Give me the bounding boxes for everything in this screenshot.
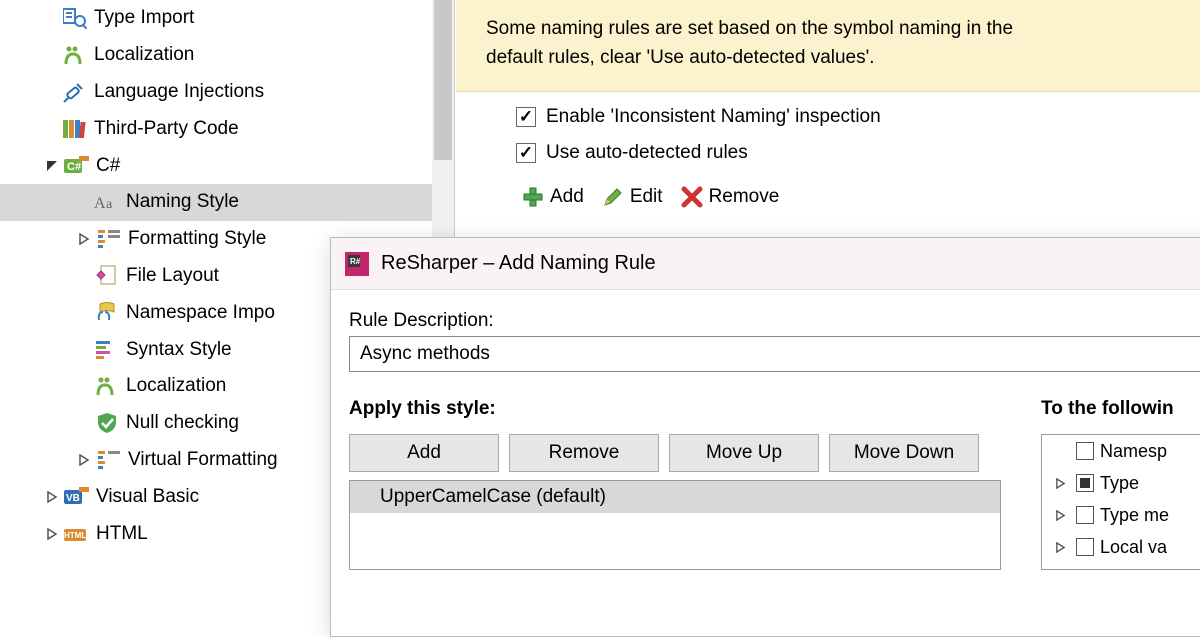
- dialog-title: ReSharper – Add Naming Rule: [381, 252, 656, 275]
- svg-text:a: a: [106, 197, 113, 212]
- svg-text:R#: R#: [350, 257, 361, 266]
- rules-toolbar: Add Edit Remove: [456, 186, 1200, 208]
- tree-label: Formatting Style: [128, 228, 266, 250]
- kind-row-local-var[interactable]: Local va: [1042, 531, 1200, 563]
- syntax-style-icon: [94, 337, 120, 363]
- rule-description-input[interactable]: [349, 336, 1200, 372]
- tree-label: Null checking: [126, 412, 239, 434]
- style-list[interactable]: UpperCamelCase (default): [349, 480, 1001, 570]
- kind-label: Local va: [1100, 537, 1167, 558]
- style-add-button[interactable]: Add: [349, 434, 499, 472]
- tree-label: Localization: [94, 44, 194, 66]
- pencil-icon: [602, 186, 624, 208]
- x-icon: [681, 186, 703, 208]
- expand-icon[interactable]: [1052, 473, 1068, 493]
- entity-kind-list[interactable]: Namesp Type Type me: [1041, 434, 1200, 570]
- formatting-icon: [96, 226, 122, 252]
- localization-icon: [94, 373, 120, 399]
- expand-icon[interactable]: [74, 450, 94, 470]
- localization-icon: [62, 42, 88, 68]
- namespace-icon: [94, 300, 120, 326]
- tree-item-type-import[interactable]: Type Import: [0, 0, 454, 37]
- resharper-icon: R#: [345, 252, 369, 276]
- collapse-icon[interactable]: [42, 156, 62, 176]
- style-list-item-selected[interactable]: UpperCamelCase (default): [350, 481, 1000, 513]
- books-icon: [62, 116, 88, 142]
- expand-icon[interactable]: [1052, 505, 1068, 525]
- auto-detected-row[interactable]: Use auto-detected rules: [456, 142, 1200, 164]
- rule-description-label: Rule Description:: [349, 310, 1200, 332]
- button-label: Edit: [630, 186, 663, 208]
- dialog-body: Rule Description: Apply this style: Add …: [331, 290, 1200, 570]
- plus-icon: [522, 186, 544, 208]
- tree-label: Visual Basic: [96, 486, 199, 508]
- tree-item-third-party-code[interactable]: Third-Party Code: [0, 110, 454, 147]
- banner-text: default rules, clear 'Use auto-detected …: [486, 43, 1170, 72]
- vb-icon: VB: [64, 484, 90, 510]
- style-movedown-button[interactable]: Move Down: [829, 434, 979, 472]
- kind-row-type-member[interactable]: Type me: [1042, 499, 1200, 531]
- tree-label: HTML: [96, 523, 148, 545]
- button-label: Remove: [709, 186, 780, 208]
- tree-label: Type Import: [94, 7, 194, 29]
- type-import-icon: [62, 5, 88, 31]
- formatting-icon: [96, 447, 122, 473]
- shield-check-icon: [94, 410, 120, 436]
- svg-text:VB: VB: [66, 493, 80, 504]
- checkbox-local-var[interactable]: [1076, 538, 1094, 556]
- info-banner: Some naming rules are set based on the s…: [456, 0, 1200, 92]
- dialog-titlebar[interactable]: R# ReSharper – Add Naming Rule: [331, 238, 1200, 290]
- add-naming-rule-dialog: R# ReSharper – Add Naming Rule Rule Desc…: [330, 237, 1200, 637]
- enable-inspection-row[interactable]: Enable 'Inconsistent Naming' inspection: [456, 106, 1200, 128]
- tree-label: Naming Style: [126, 191, 239, 213]
- banner-text: Some naming rules are set based on the s…: [486, 14, 1170, 43]
- injection-icon: [62, 79, 88, 105]
- tree-item-csharp[interactable]: C# C#: [0, 147, 454, 184]
- kind-row-type[interactable]: Type: [1042, 467, 1200, 499]
- to-following-label: To the followin: [1041, 398, 1200, 420]
- expand-icon[interactable]: [42, 487, 62, 507]
- tree-label: Language Injections: [94, 81, 264, 103]
- file-layout-icon: [94, 263, 120, 289]
- apply-style-label: Apply this style:: [349, 398, 1001, 420]
- svg-text:HTML: HTML: [64, 531, 86, 540]
- checkbox-label: Use auto-detected rules: [546, 142, 748, 164]
- tree-label: Third-Party Code: [94, 118, 239, 140]
- remove-rule-button[interactable]: Remove: [681, 186, 780, 208]
- svg-text:C#: C#: [67, 161, 81, 173]
- naming-style-icon: Aa: [94, 189, 120, 215]
- svg-text:A: A: [94, 195, 106, 212]
- style-buttons: Add Remove Move Up Move Down: [349, 434, 1001, 472]
- checkbox-auto-detected[interactable]: [516, 143, 536, 163]
- edit-rule-button[interactable]: Edit: [602, 186, 663, 208]
- tree-label: C#: [96, 155, 120, 177]
- expand-icon[interactable]: [74, 229, 94, 249]
- add-rule-button[interactable]: Add: [522, 186, 584, 208]
- tree-item-language-injections[interactable]: Language Injections: [0, 74, 454, 111]
- button-label: Add: [550, 186, 584, 208]
- tree-label: Virtual Formatting: [128, 449, 278, 471]
- tree-item-naming-style[interactable]: Aa Naming Style: [0, 184, 454, 221]
- checkbox-label: Enable 'Inconsistent Naming' inspection: [546, 106, 881, 128]
- tree-label: Syntax Style: [126, 339, 232, 361]
- kind-row-namespace[interactable]: Namesp: [1042, 435, 1200, 467]
- kind-label: Type: [1100, 473, 1139, 494]
- tree-label: Localization: [126, 375, 226, 397]
- expand-icon[interactable]: [1052, 537, 1068, 557]
- checkbox-enable-inspection[interactable]: [516, 107, 536, 127]
- tree-label: Namespace Impo: [126, 302, 275, 324]
- tree-item-localization[interactable]: Localization: [0, 37, 454, 74]
- scrollbar-thumb[interactable]: [434, 0, 452, 160]
- kind-label: Namesp: [1100, 441, 1167, 462]
- checkbox-namespace[interactable]: [1076, 442, 1094, 460]
- csharp-icon: C#: [64, 153, 90, 179]
- style-remove-button[interactable]: Remove: [509, 434, 659, 472]
- kind-label: Type me: [1100, 505, 1169, 526]
- checkbox-type-member[interactable]: [1076, 506, 1094, 524]
- tree-label: File Layout: [126, 265, 219, 287]
- checkbox-type[interactable]: [1076, 474, 1094, 492]
- html-icon: HTML: [64, 521, 90, 547]
- expand-icon[interactable]: [42, 524, 62, 544]
- style-moveup-button[interactable]: Move Up: [669, 434, 819, 472]
